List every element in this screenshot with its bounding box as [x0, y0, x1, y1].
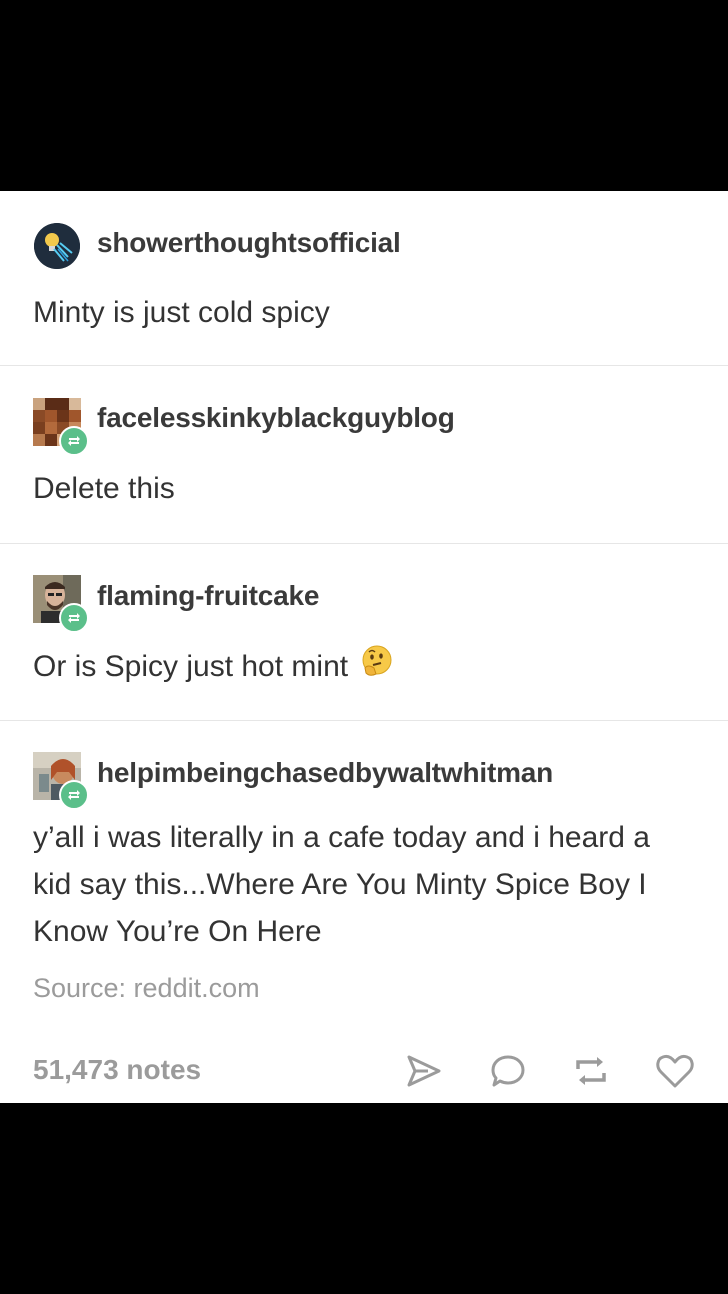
post-text: Or is Spicy just hot mint — [33, 650, 349, 683]
heart-icon[interactable] — [655, 1051, 695, 1091]
username[interactable]: flaming-fruitcake — [97, 580, 319, 612]
reblog-icon[interactable] — [571, 1051, 611, 1091]
post-text: Minty is just cold spicy — [33, 296, 330, 329]
post-text-row: Or is Spicy just hot mint — [33, 643, 703, 692]
post-reblog-3: helpimbeingchasedbywaltwhitman y’all i w… — [0, 721, 728, 1103]
thinking-face-emoji — [360, 644, 394, 692]
avatar-helpimbeingchasedbywaltwhitman[interactable] — [33, 752, 89, 810]
avatar-facelesskinkyblackguyblog[interactable] — [33, 398, 89, 456]
username[interactable]: helpimbeingchasedbywaltwhitman — [97, 757, 553, 789]
notes-count[interactable]: 51,473 notes — [33, 1054, 201, 1086]
post-text-line: Know You’re On Here — [33, 915, 322, 948]
reblog-badge-icon — [59, 426, 89, 456]
post-text-line: kid say this...Where Are You Minty Spice… — [33, 868, 647, 901]
username[interactable]: facelesskinkyblackguyblog — [97, 402, 455, 434]
reblog-badge-icon — [59, 780, 89, 810]
share-arrow-icon[interactable] — [404, 1051, 444, 1091]
screen: showerthoughtsofficial Minty is just col… — [0, 0, 728, 1294]
speech-bubble-icon[interactable] — [488, 1051, 528, 1091]
post-card: showerthoughtsofficial Minty is just col… — [0, 191, 728, 1103]
post-text: Delete this — [33, 472, 175, 505]
post-original: showerthoughtsofficial Minty is just col… — [0, 191, 728, 366]
post-text-line: y’all i was literally in a cafe today an… — [33, 821, 650, 854]
reblog-badge-icon — [59, 603, 89, 633]
source-link[interactable]: Source: reddit.com — [33, 973, 260, 1004]
post-text: y’all i was literally in a cafe today an… — [33, 814, 703, 955]
post-reblog-2: flaming-fruitcake Or is Spicy just hot m… — [0, 544, 728, 721]
post-reblog-1: facelesskinkyblackguyblog Delete this — [0, 366, 728, 544]
avatar-showerthoughtsofficial[interactable] — [33, 223, 83, 273]
avatar-flaming-fruitcake[interactable] — [33, 575, 89, 633]
username[interactable]: showerthoughtsofficial — [97, 227, 401, 259]
lightbulb-shower-icon — [34, 223, 80, 269]
